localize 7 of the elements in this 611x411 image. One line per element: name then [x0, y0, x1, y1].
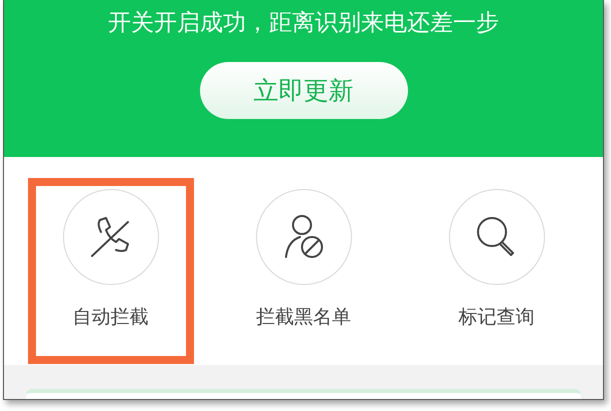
banner-message: 开关开启成功，距离识别来电还差一步	[108, 9, 499, 38]
feature-item[interactable]: 标记查询	[414, 178, 580, 364]
feature-label: 标记查询	[458, 304, 534, 330]
feature-label: 自动拦截	[72, 304, 148, 330]
feature-item[interactable]: 自动拦截	[28, 178, 194, 364]
feature-item[interactable]: 拦截黑名单	[220, 178, 386, 364]
feature-label: 拦截黑名单	[256, 304, 351, 330]
